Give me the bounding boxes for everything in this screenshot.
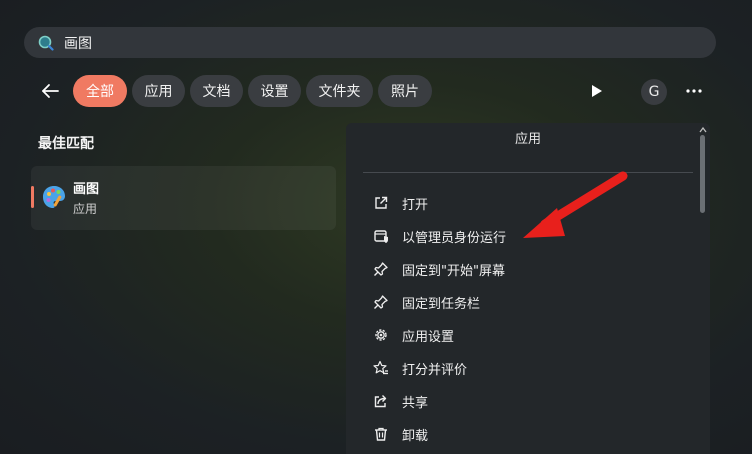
action-label: 固定到任务栏 [402, 296, 481, 312]
open-external-icon [375, 196, 388, 209]
best-match-result[interactable]: 画图 应用 [31, 166, 336, 230]
action-uninstall[interactable]: 卸载 [363, 420, 683, 448]
admin-shield-icon [374, 230, 388, 243]
annotation-arrow [523, 171, 628, 238]
filter-chip-apps[interactable]: 应用 [132, 75, 185, 107]
search-box[interactable]: 画图 [24, 27, 716, 58]
play-icon[interactable] [585, 80, 607, 102]
share-icon [374, 395, 387, 408]
action-pin-to-taskbar[interactable]: 固定到任务栏 [363, 288, 683, 316]
pin-icon [374, 295, 388, 309]
arrow-left-icon[interactable] [38, 79, 62, 103]
scrollbar-thumb[interactable] [700, 135, 705, 213]
action-share[interactable]: 共享 [363, 387, 683, 415]
action-label: 打分并评价 [402, 362, 468, 378]
pin-icon [374, 262, 388, 276]
action-rate-and-review[interactable]: 打分并评价 [363, 354, 683, 382]
filter-chip-folders[interactable]: 文件夹 [306, 75, 373, 107]
action-label: 共享 [402, 395, 429, 411]
best-match-heading: 最佳匹配 [38, 136, 94, 152]
app-type: 应用 [73, 202, 98, 216]
pane-title: 应用 [514, 132, 541, 147]
action-app-settings[interactable]: 应用设置 [363, 321, 683, 349]
gear-icon [375, 329, 387, 341]
action-label: 打开 [402, 197, 429, 213]
action-label: 以管理员身份运行 [402, 230, 507, 246]
filter-chip-settings[interactable]: 设置 [248, 75, 301, 107]
action-label: 卸载 [402, 428, 429, 444]
filter-chip-documents[interactable]: 文档 [190, 75, 243, 107]
selection-indicator [31, 186, 34, 208]
action-label: 应用设置 [402, 329, 455, 345]
search-icon [38, 35, 54, 51]
paint-palette-icon [43, 186, 65, 208]
trash-icon [375, 427, 387, 441]
account-button[interactable]: G [641, 79, 667, 105]
star-rate-icon [373, 360, 388, 375]
action-label: 固定到"开始"屏幕 [402, 263, 505, 279]
filter-chip-photos[interactable]: 照片 [378, 75, 432, 107]
app-name: 画图 [73, 182, 100, 197]
search-query[interactable]: 画图 [64, 33, 92, 53]
more-icon[interactable] [683, 80, 705, 102]
filter-chip-all[interactable]: 全部 [73, 75, 127, 107]
action-pin-to-start[interactable]: 固定到"开始"屏幕 [363, 255, 683, 283]
scroll-up-icon[interactable] [698, 125, 708, 135]
